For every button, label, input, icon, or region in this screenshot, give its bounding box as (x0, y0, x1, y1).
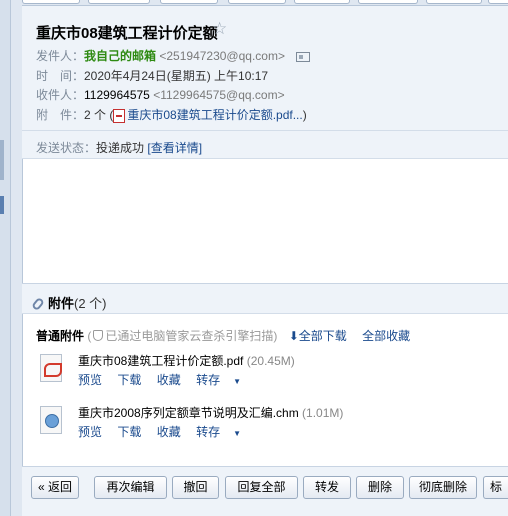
sender-label: 发件人： (36, 49, 85, 63)
top-tab[interactable] (358, 0, 418, 4)
view-details-link[interactable]: [查看详情] (147, 141, 202, 155)
download-all-link[interactable]: 全部下载 (299, 329, 347, 343)
attachment-size: (1.01M) (302, 406, 344, 420)
attachment-size: (20.45M) (246, 354, 295, 368)
sender-row: 发件人：我自己的邮箱 <251947230@qq.com> (36, 47, 311, 64)
attachments-section: 附件(2 个) 普通附件 (已通过电脑管家云查杀引擎扫描) ⬇全部下载 全部收藏… (22, 283, 508, 455)
mark-button[interactable]: 标 (483, 476, 508, 499)
attachment-actions: 预览 下载 收藏 转存 ▼ (78, 371, 265, 388)
back-button[interactable]: « 返回 (31, 476, 79, 499)
chevron-down-icon: ▼ (233, 429, 242, 438)
save-to-label: 转存 (196, 425, 221, 439)
sender-email: <251947230@qq.com> (159, 49, 285, 63)
contact-card-icon[interactable] (296, 51, 311, 62)
attachments-heading: 附件 (48, 296, 75, 311)
recall-button[interactable]: 撤回 (172, 476, 219, 499)
reply-all-button[interactable]: 回复全部 (225, 476, 298, 499)
attachments-header: 附件(2 个) (22, 284, 508, 314)
save-all-link[interactable]: 全部收藏 (362, 329, 410, 343)
attachment-count: 2 个 ( (84, 108, 114, 122)
attachment-summary-link[interactable]: 重庆市08建筑工程计价定额.pdf... (127, 108, 302, 122)
status-label: 发送状态： (36, 141, 97, 155)
attachments-count: (2 个) (74, 296, 107, 311)
save-to-link[interactable]: 转存 ▼ (196, 373, 253, 387)
shield-icon (93, 330, 104, 341)
attachment-name-row: 重庆市08建筑工程计价定额.pdf (20.45M) (78, 352, 295, 369)
delivery-status-row: 发送状态：投递成功 [查看详情] (22, 130, 508, 159)
delete-permanently-button[interactable]: 彻底删除 (409, 476, 477, 499)
time-value: 2020年4月24日(星期五) 上午10:17 (84, 69, 269, 83)
save-to-link[interactable]: 转存 ▼ (196, 425, 253, 439)
attachment-paren: ) (302, 108, 307, 122)
favorite-link[interactable]: 收藏 (157, 425, 181, 439)
attachment-name-row: 重庆市2008序列定额章节说明及汇编.chm (1.01M) (78, 404, 343, 421)
chm-file-icon[interactable] (40, 406, 62, 434)
top-tab[interactable] (160, 0, 218, 4)
pdf-file-icon[interactable] (40, 354, 62, 382)
status-value: 投递成功 (96, 141, 145, 155)
attachment-label: 附 件： (36, 108, 85, 122)
star-icon[interactable]: ☆ (212, 19, 227, 39)
preview-link[interactable]: 预览 (78, 425, 102, 439)
scan-note: 已通过电脑管家云查杀引擎扫描 (105, 329, 274, 343)
recipient-email: <1129964575@qq.com> (153, 88, 285, 102)
left-sidebar-strip (0, 0, 11, 516)
top-tab[interactable] (488, 0, 508, 4)
download-arrow-icon: ⬇ (288, 329, 299, 343)
recipient-row: 收件人：1129964575 <1129964575@qq.com> (36, 86, 285, 103)
attachment-item: 重庆市08建筑工程计价定额.pdf (20.45M) 预览 下载 收藏 转存 ▼ (36, 352, 506, 390)
download-link[interactable]: 下载 (117, 373, 141, 387)
top-tab[interactable] (426, 0, 482, 4)
favorite-link[interactable]: 收藏 (157, 373, 181, 387)
time-row: 时 间：2020年4月24日(星期五) 上午10:17 (36, 67, 268, 84)
pdf-icon (113, 108, 126, 123)
top-tab[interactable] (22, 0, 80, 4)
sidebar-scroll-marker (0, 140, 4, 180)
sidebar-active-marker[interactable] (0, 196, 4, 214)
attachment-row: 附 件：2 个 ( 重庆市08建筑工程计价定额.pdf...) (36, 106, 307, 123)
paperclip-icon (31, 296, 45, 312)
save-to-label: 转存 (196, 373, 221, 387)
normal-attachments-label: 普通附件 (36, 329, 85, 343)
recipient-name[interactable]: 1129964575 (84, 88, 150, 102)
attachment-name[interactable]: 重庆市08建筑工程计价定额.pdf (78, 354, 243, 368)
delete-button[interactable]: 删除 (356, 476, 404, 499)
recipient-label: 收件人： (36, 88, 85, 102)
mail-subject: 重庆市08建筑工程计价定额 (36, 25, 218, 42)
attachment-actions: 预览 下载 收藏 转存 ▼ (78, 423, 265, 440)
preview-link[interactable]: 预览 (78, 373, 102, 387)
mail-header: 重庆市08建筑工程计价定额 ☆ 发件人：我自己的邮箱 <251947230@qq… (22, 6, 508, 159)
top-tab[interactable] (228, 0, 286, 4)
top-tab[interactable] (294, 0, 350, 4)
sender-name[interactable]: 我自己的邮箱 (84, 49, 156, 63)
forward-button[interactable]: 转发 (303, 476, 351, 499)
top-tab[interactable] (88, 0, 150, 4)
scan-note-wrap: (已通过电脑管家云查杀引擎扫描) (87, 329, 278, 343)
edit-again-button[interactable]: 再次编辑 (94, 476, 167, 499)
attachment-item: 重庆市2008序列定额章节说明及汇编.chm (1.01M) 预览 下载 收藏 … (36, 404, 506, 442)
download-link[interactable]: 下载 (117, 425, 141, 439)
attachments-subheader: 普通附件 (已通过电脑管家云查杀引擎扫描) ⬇全部下载 全部收藏 (36, 327, 410, 344)
attachment-name[interactable]: 重庆市2008序列定额章节说明及汇编.chm (78, 406, 299, 420)
bottom-toolbar: « 返回 再次编辑 撤回 回复全部 转发 删除 彻底删除 标 (22, 466, 508, 516)
chevron-down-icon: ▼ (233, 377, 242, 386)
time-label: 时 间： (36, 69, 85, 83)
